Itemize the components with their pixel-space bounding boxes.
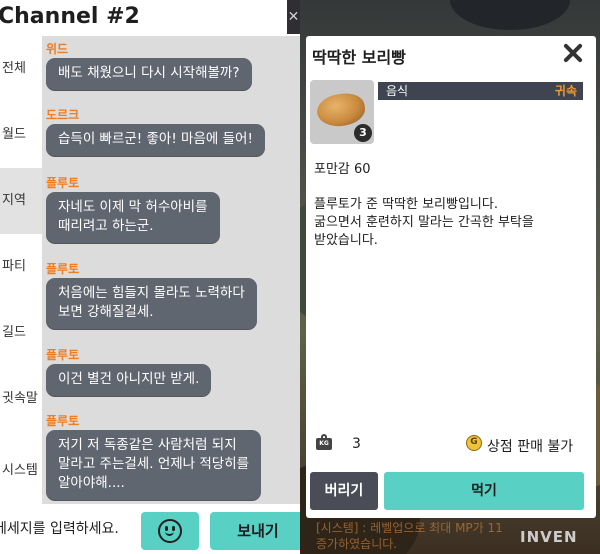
chat-tab-world[interactable]: 월드 [0,102,42,168]
item-binding-status: 귀속 [554,84,577,98]
item-detail-popup: 딱딱한 보리빵 3 음식 귀속 포만감 60 플루토가 준 딱딱한 보리빵입니다… [306,36,596,518]
item-category: 음식 [386,84,409,98]
inven-watermark: INVEN [520,528,578,546]
chat-tab-all[interactable]: 전체 [0,36,42,102]
chat-channel-title: Channel #2 [0,4,140,29]
chat-message: 플루토 저기 저 독종같은 사람처럼 되지 말라고 주는걸세. 언제나 적당히를… [46,412,300,500]
item-count-badge: 3 [354,124,372,142]
message-speaker: 도르크 [46,108,80,122]
message-speaker: 플루토 [46,176,80,190]
message-bubble: 자네도 이제 막 허수아비를 때리려고 하는군. [46,192,220,243]
chat-message: 도르크 습득이 빠르군! 좋아! 마음에 들어! [46,106,300,156]
smile-icon [158,519,182,543]
message-speaker: 플루토 [46,262,80,276]
message-speaker: 위드 [46,42,69,56]
weight-icon: KG [316,434,332,450]
item-slot: 3 [310,80,374,144]
eat-button[interactable]: 먹기 [384,472,584,510]
chat-message: 플루토 자네도 이제 막 허수아비를 때리려고 하는군. [46,174,300,243]
chat-message: 위드 배도 채웠으니 다시 시작해볼까? [46,40,300,90]
chat-sidebar: 전체 월드 지역 파티 길드 귓속말 시스템 [0,36,42,504]
chat-tab-whisper[interactable]: 귓속말 [0,366,42,432]
chat-message-list[interactable]: 위드 배도 채웠으니 다시 시작해볼까? 도르크 습득이 빠르군! 좋아! 마음… [42,36,300,504]
chat-footer: 메세지를 입력하세요. 보내기 [0,504,300,554]
message-bubble: 이건 별건 아니지만 받게. [46,364,212,396]
message-speaker: 플루토 [46,348,80,362]
bread-icon [315,90,367,130]
chat-message-input[interactable]: 메세지를 입력하세요. [0,518,119,538]
chat-tab-party[interactable]: 파티 [0,234,42,300]
message-bubble: 습득이 빠르군! 좋아! 마음에 들어! [46,124,265,156]
item-category-bar: 음식 귀속 [378,82,583,100]
send-button[interactable]: 보내기 [210,512,300,550]
emoji-button[interactable] [141,512,199,550]
discard-button[interactable]: 버리기 [310,472,378,510]
chat-tab-system[interactable]: 시스템 [0,438,42,504]
item-description: 플루토가 준 딱딱한 보리빵입니다. 굶으면서 훈련하지 말라는 간곡한 부탁을… [314,197,534,248]
chat-message: 플루토 처음에는 힘들지 몰라도 노력하다 보면 강해질걸세. [46,260,300,329]
chat-panel: Channel #2 ✕ 전체 월드 지역 파티 길드 귓속말 시스템 위드 배… [0,0,300,554]
system-log-text: [시스템] : 레벨업으로 최대 MP가 11 증가하였습니다. [316,521,503,551]
chat-message: 플루토 이건 별건 아니지만 받게. [46,346,300,396]
shop-sell-status: 상점 판매 불가 [487,439,574,455]
message-bubble: 처음에는 힘들지 몰라도 노력하다 보면 강해질걸세. [46,278,257,329]
close-icon[interactable] [560,40,586,66]
chat-tab-guild[interactable]: 길드 [0,300,42,366]
item-name-title: 딱딱한 보리빵 [312,48,406,67]
item-satiety-stat: 포만감 60 [314,162,371,177]
gold-coin-icon: G [466,435,482,451]
message-bubble: 배도 채웠으니 다시 시작해볼까? [46,58,252,90]
message-bubble: 저기 저 독종같은 사람처럼 되지 말라고 주는걸세. 언제나 적당히를 알아야… [46,430,262,500]
message-speaker: 플루토 [46,414,80,428]
chat-close-icon[interactable]: ✕ [287,0,300,34]
chat-tab-region[interactable]: 지역 [0,168,42,234]
item-weight: 3 [352,436,361,452]
